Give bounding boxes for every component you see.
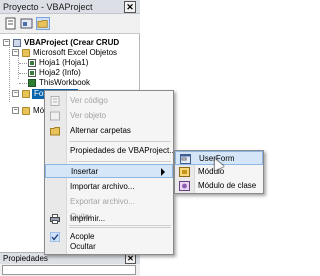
tree-item-label: Hoja2 (Info) [39,68,81,77]
menu-item-label: Exportar archivo... [70,197,135,206]
submenu-arrow-icon [161,168,165,176]
tree-item-label: VBAProject (Crear CRUD [24,38,120,47]
worksheet-icon [28,69,36,77]
close-icon[interactable]: ✕ [124,1,136,13]
folder-icon [22,90,30,98]
collapse-icon[interactable]: − [12,90,19,97]
menu-item-label: Ver objeto [70,111,107,120]
collapse-icon[interactable]: − [12,49,19,56]
context-menu: Ver código Ver objeto Alternar carpetas … [44,90,176,255]
collapse-icon[interactable]: − [12,107,19,114]
menu-item-properties[interactable]: Propiedades de VBAProject... [45,144,176,158]
folder-icon [22,107,30,115]
userform-icon [180,154,191,164]
explorer-toolbar [0,14,140,34]
menu-item-export-file[interactable]: Exportar archivo... [45,195,173,209]
submenu-item-label: Módulo [198,167,225,176]
menu-item-label: Importar archivo... [70,182,135,191]
folder-icon [50,127,60,136]
menu-item-label: Propiedades de VBAProject... [70,146,176,155]
tree-item-label: ThisWorkbook [39,78,90,87]
collapse-icon[interactable]: − [3,39,10,46]
menu-item-view-code[interactable]: Ver código [45,94,173,108]
menu-item-label: Insertar [71,167,99,176]
menu-item-insert[interactable]: Insertar [45,164,173,178]
properties-title: Propiedades [3,254,48,263]
properties-panel [0,264,140,276]
menu-separator [69,227,171,228]
menu-item-hide[interactable]: Ocultar [45,241,173,254]
tree-item-label: Mó [33,106,45,115]
printer-icon [50,214,60,224]
menu-item-label: Ver código [70,96,108,105]
menu-item-import-file[interactable]: Importar archivo... [45,180,173,194]
worksheet-icon [28,59,36,67]
menu-item-print[interactable]: Imprimir... [45,212,173,226]
object-selector[interactable] [2,265,136,275]
view-code-icon[interactable] [4,17,18,30]
folder-icon [22,49,30,57]
submenu-item-class-module[interactable]: Módulo de clase [175,179,263,193]
menu-item-view-object[interactable]: Ver objeto [45,109,173,123]
menu-item-toggle-folders[interactable]: Alternar carpetas [45,124,173,138]
menu-item-label: Ocultar [70,242,96,251]
view-code-icon [50,96,60,106]
view-object-icon[interactable] [20,17,34,30]
view-object-icon [50,111,60,121]
vbaproject-icon [13,39,21,47]
menu-separator [69,141,171,142]
submenu-item-label: Módulo de clase [198,181,257,190]
workbook-icon [28,79,36,87]
module-icon [179,167,190,177]
project-explorer-titlebar: Proyecto - VBAProject ✕ [0,0,140,14]
menu-item-label: Alternar carpetas [70,126,131,135]
tree-item-label: Microsoft Excel Objetos [33,48,118,57]
tree-item-label: Hoja1 (Hoja1) [39,58,89,67]
toggle-folders-icon[interactable] [36,17,50,30]
menu-item-label: Imprimir... [70,214,106,223]
menu-separator [69,161,171,162]
class-module-icon [179,181,190,191]
panel-title: Proyecto - VBAProject [3,2,93,12]
